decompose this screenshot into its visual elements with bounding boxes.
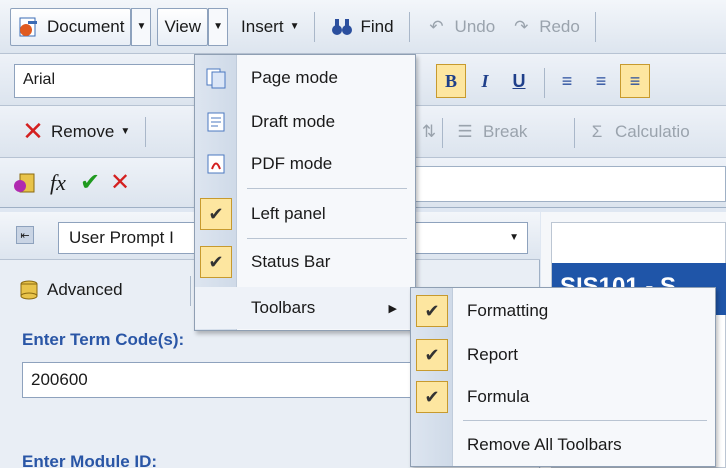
menu-icon-slot: [195, 287, 237, 329]
calculation-button[interactable]: Σ Calculatio: [578, 113, 697, 151]
document-dropdown-arrow[interactable]: ▼: [131, 7, 152, 46]
toolbars-submenu: ✔ Formatting ✔ Report ✔ Formula Remove A…: [410, 287, 716, 467]
menu-item-left-panel[interactable]: ✔ Left panel: [195, 193, 415, 235]
insert-label: Insert: [241, 16, 284, 36]
menu-check-slot: ✔: [195, 193, 237, 235]
document-label: Document: [47, 16, 125, 36]
menu-icon-slot: [411, 424, 453, 466]
document-button[interactable]: Document: [10, 7, 132, 46]
bold-button[interactable]: B: [436, 64, 466, 98]
main-toolbar: Document ▼ View ▼ Insert ▼ Find ↶ Undo ↷…: [0, 0, 726, 54]
toolbar-separator: [594, 11, 596, 42]
calculation-label: Calculatio: [615, 122, 690, 141]
redo-icon: ↷: [514, 16, 529, 36]
menu-item-formatting[interactable]: ✔ Formatting: [411, 290, 715, 332]
menu-item-page-mode[interactable]: Page mode: [195, 57, 415, 99]
toolbar-separator: [442, 118, 443, 148]
checkmark-icon: ✔: [416, 339, 448, 371]
menu-item-label: Page mode: [251, 68, 338, 87]
checkmark-icon: ✔: [200, 246, 232, 278]
menu-separator: [247, 238, 407, 239]
pdf-icon: [195, 143, 237, 185]
italic-button[interactable]: I: [470, 64, 500, 98]
break-button[interactable]: ☰ Break: [446, 113, 534, 151]
break-label: Break: [483, 122, 528, 141]
variable-editor-icon[interactable]: [12, 171, 36, 195]
menu-item-remove-all-toolbars[interactable]: Remove All Toolbars: [411, 424, 715, 466]
menu-item-toolbars[interactable]: Toolbars ▶: [195, 287, 415, 329]
chevron-down-icon: ▼: [289, 21, 300, 32]
red-x-icon: ✕: [22, 116, 44, 146]
redo-label: Redo: [539, 16, 580, 36]
document-icon: [17, 15, 41, 39]
menu-item-label: PDF mode: [251, 154, 333, 173]
align-right-icon[interactable]: ≡: [620, 64, 650, 98]
menu-item-report[interactable]: ✔ Report: [411, 334, 715, 376]
view-menu: Page mode Draft mode PDF mode ✔ Left pan…: [194, 54, 416, 331]
toolbar-separator: [190, 276, 191, 306]
remove-button[interactable]: ✕ Remove ▼: [14, 113, 137, 151]
menu-item-label: Report: [467, 345, 519, 364]
toolbar-separator: [408, 11, 410, 42]
toolbar-separator: [314, 11, 316, 42]
break-icon: ☰: [457, 122, 473, 141]
module-id-label: Enter Module ID:: [22, 452, 158, 468]
checkmark-icon: ✔: [416, 381, 448, 413]
menu-check-slot: ✔: [411, 334, 453, 376]
menu-separator: [463, 420, 707, 421]
database-icon: [17, 278, 41, 302]
underline-button[interactable]: U: [504, 64, 534, 98]
submenu-arrow-icon: ▶: [388, 302, 397, 315]
sort-icon: ⇅: [421, 122, 437, 141]
advanced-button[interactable]: Advanced: [10, 272, 130, 308]
menu-item-draft-mode[interactable]: Draft mode: [195, 101, 415, 143]
view-dropdown-arrow[interactable]: ▼: [208, 7, 229, 46]
validate-check-icon[interactable]: ✔: [78, 169, 102, 196]
menu-item-pdf-mode[interactable]: PDF mode: [195, 143, 415, 185]
align-left-icon[interactable]: ≡: [552, 64, 582, 98]
menu-check-slot: ✔: [195, 241, 237, 283]
undo-button[interactable]: ↶ Undo: [418, 8, 503, 46]
undo-label: Undo: [454, 16, 496, 36]
panel-select-value: User Prompt I: [69, 228, 174, 247]
chevron-down-icon: ▼: [509, 232, 519, 243]
menu-item-label: Left panel: [251, 204, 326, 223]
cancel-x-icon[interactable]: ✕: [108, 169, 132, 196]
draft-mode-icon: [195, 101, 237, 143]
toolbar-separator: [145, 116, 147, 147]
view-label: View: [164, 16, 202, 36]
menu-item-label: Formula: [467, 387, 530, 406]
align-center-icon[interactable]: ≡: [586, 64, 616, 98]
checkmark-icon: ✔: [416, 295, 448, 327]
find-label: Find: [360, 16, 394, 36]
binoculars-icon: [330, 15, 354, 39]
menu-item-label: Toolbars: [251, 298, 316, 317]
chevron-down-icon: ▼: [120, 126, 131, 137]
advanced-label: Advanced: [47, 280, 123, 299]
collapse-panel-icon[interactable]: ⇤: [16, 226, 34, 244]
font-name-field[interactable]: Arial: [14, 64, 196, 98]
menu-item-formula[interactable]: ✔ Formula: [411, 376, 715, 418]
insert-button[interactable]: Insert ▼: [234, 8, 306, 46]
menu-item-status-bar[interactable]: ✔ Status Bar: [195, 241, 415, 283]
toolbar-separator: [544, 68, 545, 98]
menu-item-label: Status Bar: [251, 252, 331, 271]
menu-item-label: Formatting: [467, 301, 549, 320]
menu-check-slot: ✔: [411, 376, 453, 418]
remove-label: Remove: [51, 121, 115, 141]
checkmark-icon: ✔: [200, 198, 232, 230]
undo-icon: ↶: [429, 16, 444, 36]
menu-item-label: Remove All Toolbars: [467, 435, 622, 454]
redo-button[interactable]: ↷ Redo: [502, 8, 587, 46]
sigma-icon: Σ: [591, 122, 603, 141]
find-button[interactable]: Find: [323, 8, 400, 46]
view-button[interactable]: View: [157, 7, 209, 46]
menu-item-label: Draft mode: [251, 112, 336, 131]
page-mode-icon: [195, 57, 237, 99]
menu-check-slot: ✔: [411, 290, 453, 332]
menu-separator: [247, 188, 407, 189]
function-icon[interactable]: fx: [46, 170, 70, 195]
term-code-label: Enter Term Code(s):: [22, 330, 185, 349]
toolbar-separator: [574, 118, 575, 148]
